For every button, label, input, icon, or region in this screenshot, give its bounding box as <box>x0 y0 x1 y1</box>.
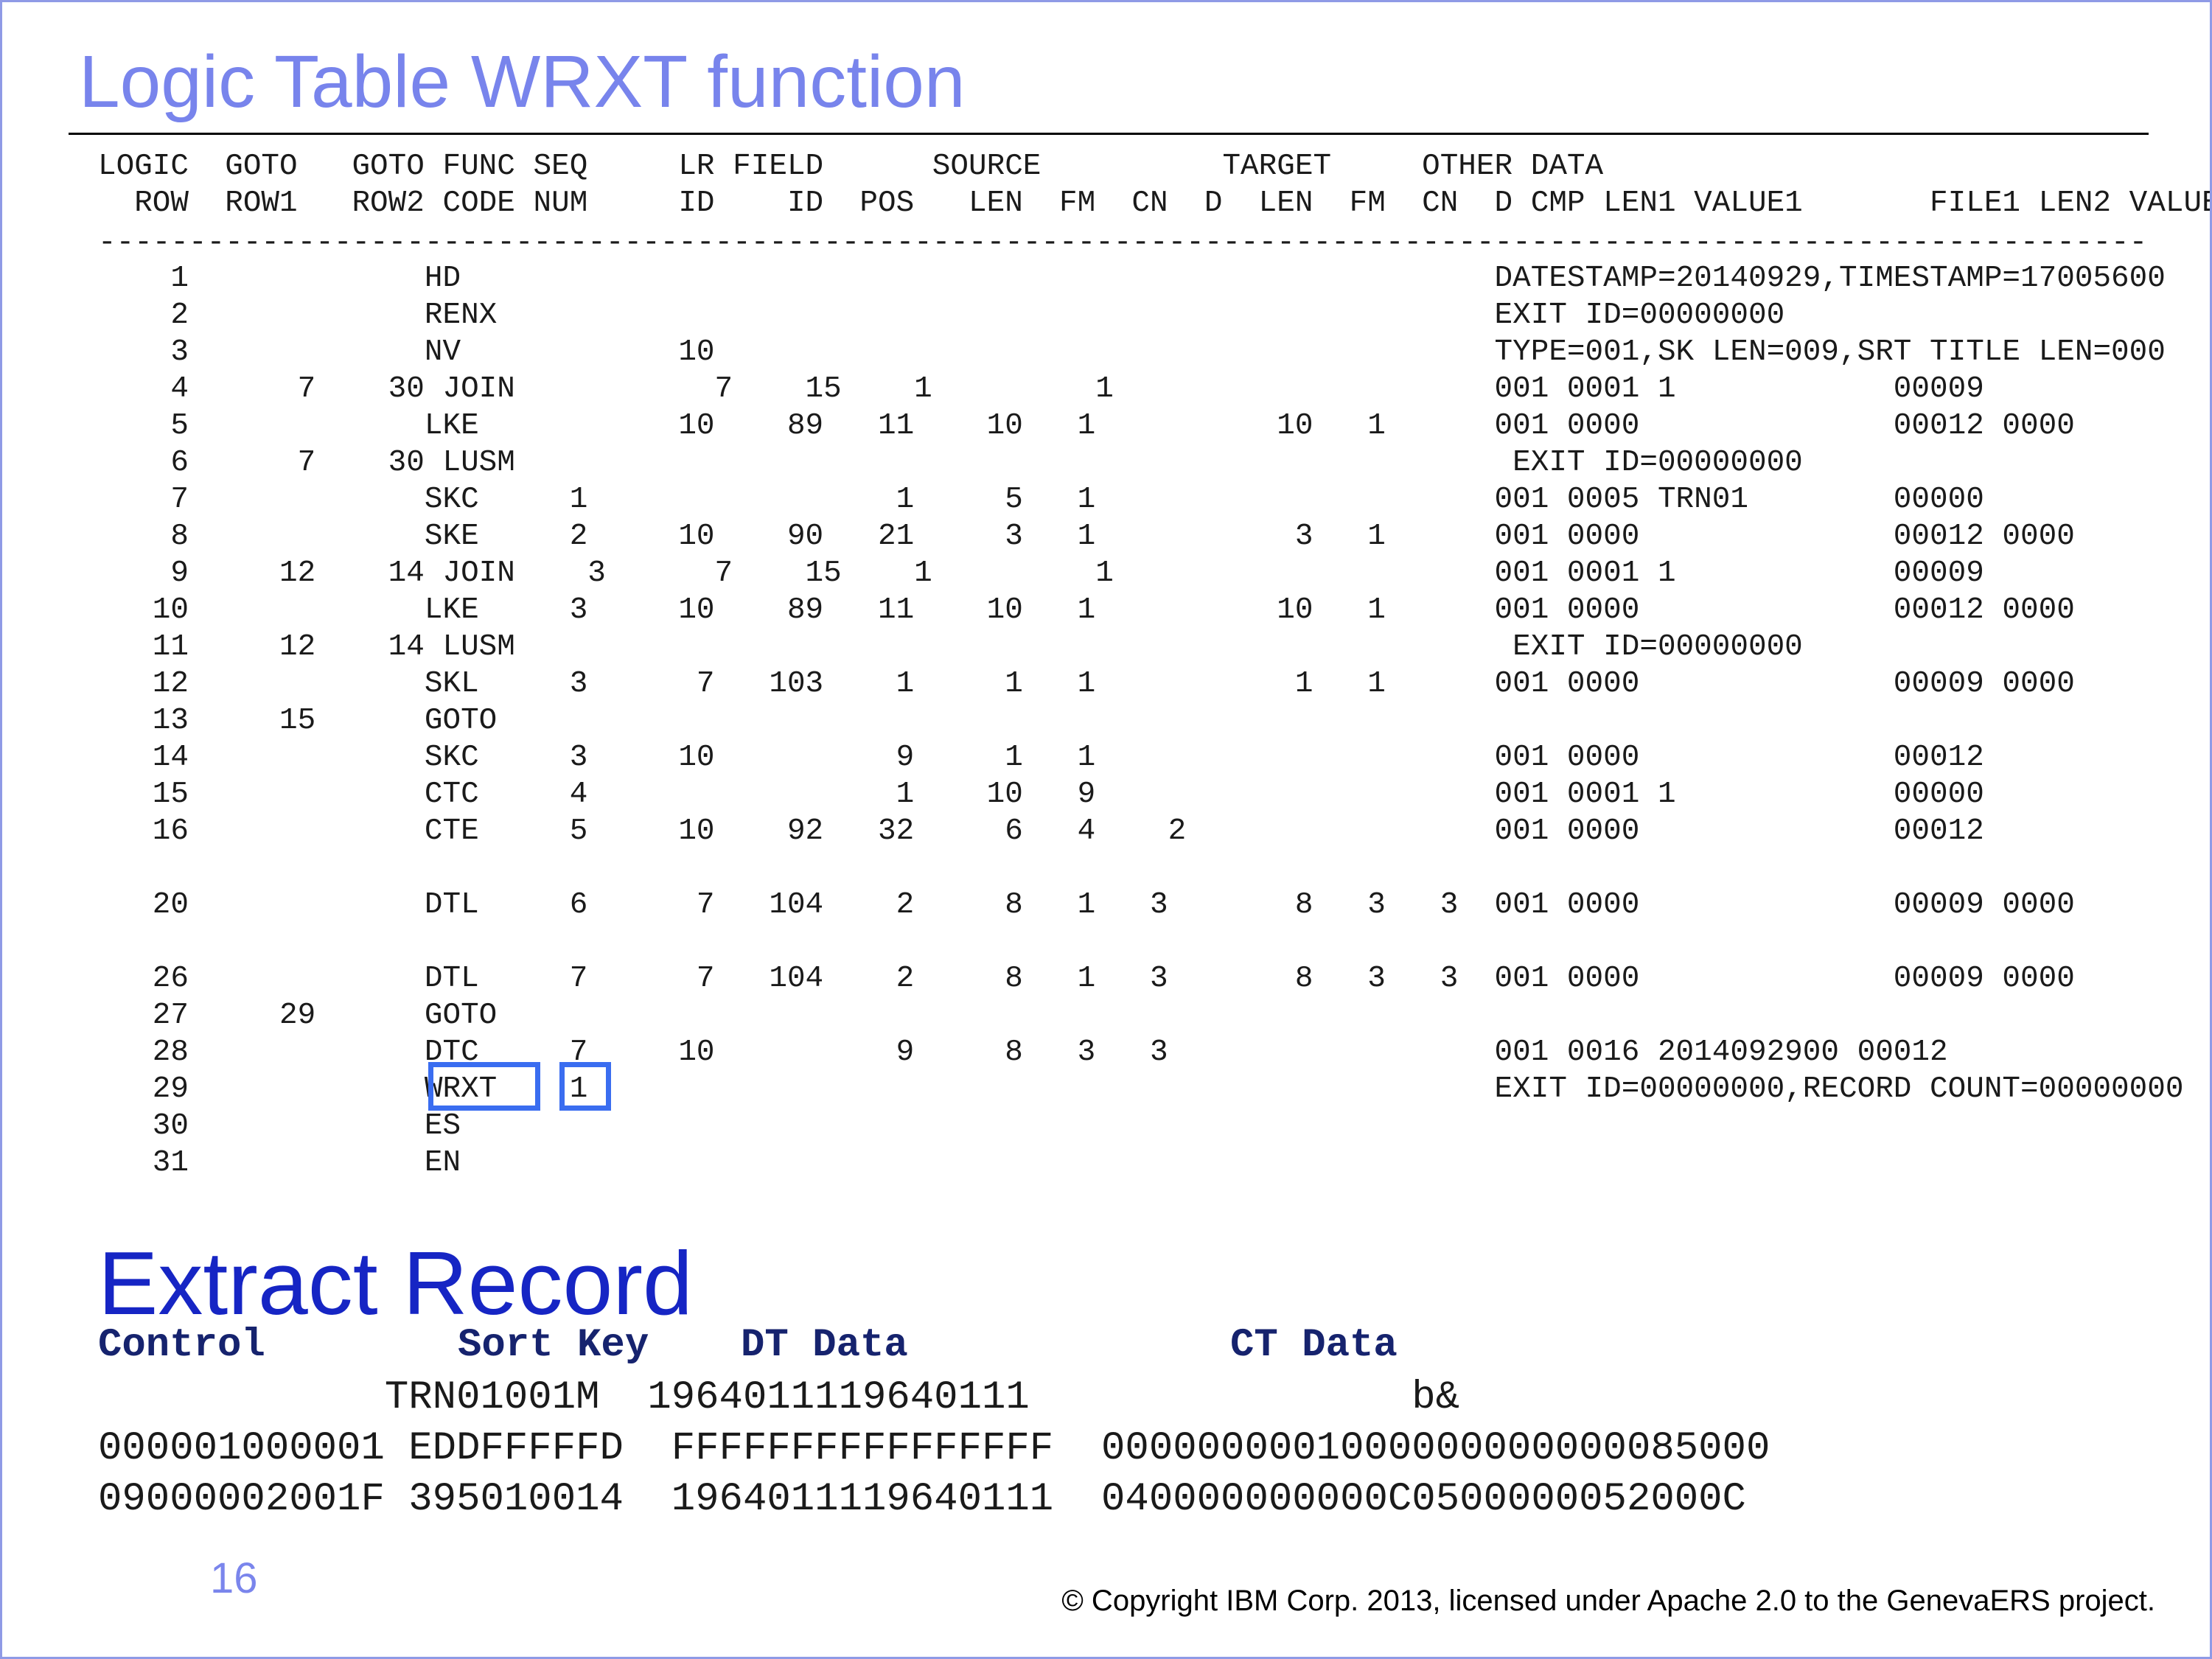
table-row: 15 CTC 4 1 10 9 001 0001 1 00000 <box>98 778 1984 811</box>
extract-row: 09000002001F 395010014 1964011119640111 … <box>98 1477 1746 1522</box>
extract-header-dt-data: DT Data <box>741 1323 908 1368</box>
slide: Logic Table WRXT function LOGIC GOTO GOT… <box>0 0 2212 1659</box>
extract-header-ct-data: CT Data <box>1230 1323 1398 1368</box>
table-row: 20 DTL 6 7 104 2 8 1 3 8 3 3 001 0000 00… <box>98 888 2075 922</box>
table-row: 10 LKE 3 10 89 11 10 1 10 1 001 0000 000… <box>98 593 2075 627</box>
table-row: 4 7 30 JOIN 7 15 1 1 001 0001 1 00009 <box>98 372 1984 406</box>
table-row: 30 ES <box>98 1109 461 1143</box>
table-row: 16 CTE 5 10 92 32 6 4 2 001 0000 00012 <box>98 814 1984 848</box>
table-row: 28 DTC 7 10 9 8 3 3 001 0016 2014092900 … <box>98 1035 1948 1069</box>
table-row: 27 29 GOTO <box>98 999 498 1033</box>
copyright-notice: © Copyright IBM Corp. 2013, licensed und… <box>1061 1585 2155 1617</box>
table-row: 8 SKE 2 10 90 21 3 1 3 1 001 0000 00012 … <box>98 520 2075 553</box>
seq-highlight-box <box>559 1062 611 1111</box>
extract-row: TRN01001M 1964011119640111 b& <box>98 1375 1460 1420</box>
table-row: 26 DTL 7 7 104 2 8 1 3 8 3 3 001 0000 00… <box>98 962 2075 996</box>
table-header-line-2: ROW ROW1 ROW2 CODE NUM ID ID POS LEN FM … <box>98 186 2212 220</box>
table-row: 3 NV 10 TYPE=001,SK LEN=009,SRT TITLE LE… <box>98 335 2166 369</box>
table-row: 14 SKC 3 10 9 1 1 001 0000 00012 <box>98 741 1984 775</box>
table-row: 13 15 GOTO <box>98 704 498 738</box>
page-title: Logic Table WRXT function <box>79 41 966 123</box>
table-row: 2 RENX EXIT ID=00000000 <box>98 298 1785 332</box>
table-row-wrxt: 29 WRXT 1 EXIT ID=00000000,RECORD COUNT=… <box>98 1072 2184 1106</box>
table-row: 12 SKL 3 7 103 1 1 1 1 1 001 0000 00009 … <box>98 667 2075 701</box>
extract-header-sort-key: Sort Key <box>458 1323 649 1368</box>
table-row: 9 12 14 JOIN 3 7 15 1 1 001 0001 1 00009 <box>98 556 1984 590</box>
table-row: 5 LKE 10 89 11 10 1 10 1 001 0000 00012 … <box>98 409 2075 443</box>
table-row: 11 12 14 LUSM EXIT ID=00000000 <box>98 630 1803 664</box>
table-row: 1 HD DATESTAMP=20140929,TIMESTAMP=170056… <box>98 262 2166 296</box>
table-separator: ----------------------------------------… <box>98 226 2147 260</box>
page-number: 16 <box>210 1554 258 1602</box>
extract-header-control: Control <box>98 1323 265 1368</box>
wrxt-highlight-box <box>428 1062 540 1111</box>
table-row: 7 SKC 1 1 5 1 001 0005 TRN01 00000 <box>98 483 1984 517</box>
extract-row: 000001000001 EDDFFFFFD FFFFFFFFFFFFFFFF … <box>98 1426 1770 1471</box>
table-header-line-1: LOGIC GOTO GOTO FUNC SEQ LR FIELD SOURCE… <box>98 150 1604 184</box>
table-row: 31 EN <box>98 1146 461 1180</box>
extract-record-title: Extract Record <box>98 1233 693 1333</box>
title-underline <box>69 133 2149 135</box>
table-row: 6 7 30 LUSM EXIT ID=00000000 <box>98 446 1803 480</box>
